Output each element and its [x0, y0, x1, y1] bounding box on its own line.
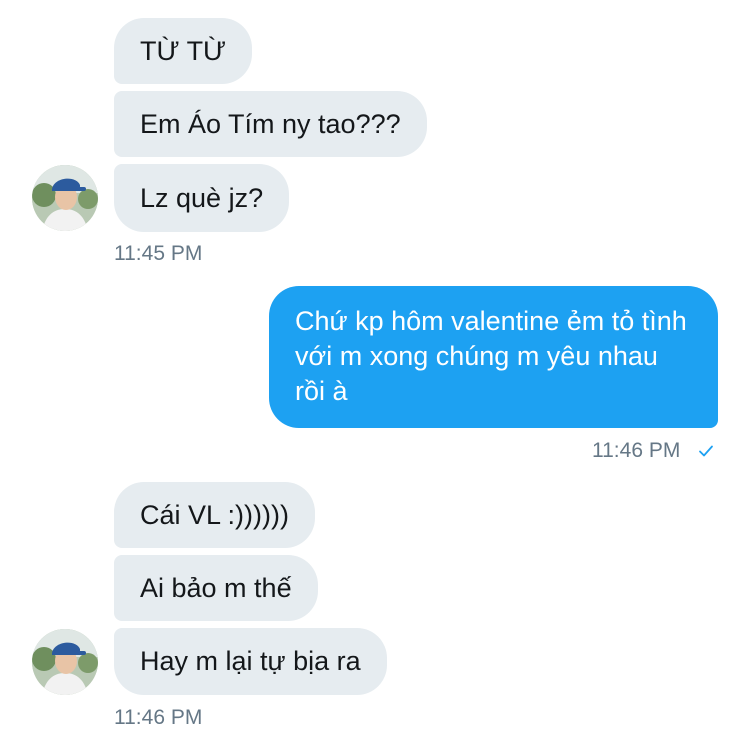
avatar-photo-icon	[32, 165, 98, 231]
message-text: Cái VL :))))))	[140, 499, 289, 530]
message-text: Em Áo Tím ny tao???	[140, 108, 401, 139]
incoming-message[interactable]: TỪ TỪ	[114, 18, 253, 84]
message-text: Lz què jz?	[140, 182, 264, 213]
incoming-message[interactable]: Ai bảo m thế	[114, 555, 318, 621]
sender-avatar[interactable]	[32, 165, 98, 231]
sender-avatar[interactable]	[32, 629, 98, 695]
incoming-message[interactable]: Lz què jz?	[114, 164, 290, 232]
checkmark-icon	[699, 445, 713, 457]
outgoing-message[interactable]: Chứ kp hôm valentine ẻm tỏ tình với m xo…	[269, 286, 718, 428]
incoming-message[interactable]: Em Áo Tím ny tao???	[114, 91, 427, 157]
message-timestamp: 11:46 PM	[114, 706, 203, 729]
incoming-message[interactable]: Cái VL :))))))	[114, 482, 315, 548]
incoming-message[interactable]: Hay m lại tự bịa ra	[114, 628, 387, 695]
message-text: Ai bảo m thế	[140, 572, 292, 603]
avatar-photo-icon	[32, 629, 98, 695]
message-timestamp: 11:45 PM	[114, 242, 203, 265]
message-text: TỪ TỪ	[140, 35, 227, 66]
message-text: Hay m lại tự bịa ra	[140, 646, 361, 676]
message-text: Chứ kp hôm valentine ẻm tỏ tình với m xo…	[295, 306, 687, 406]
message-timestamp: 11:46 PM	[592, 439, 681, 462]
